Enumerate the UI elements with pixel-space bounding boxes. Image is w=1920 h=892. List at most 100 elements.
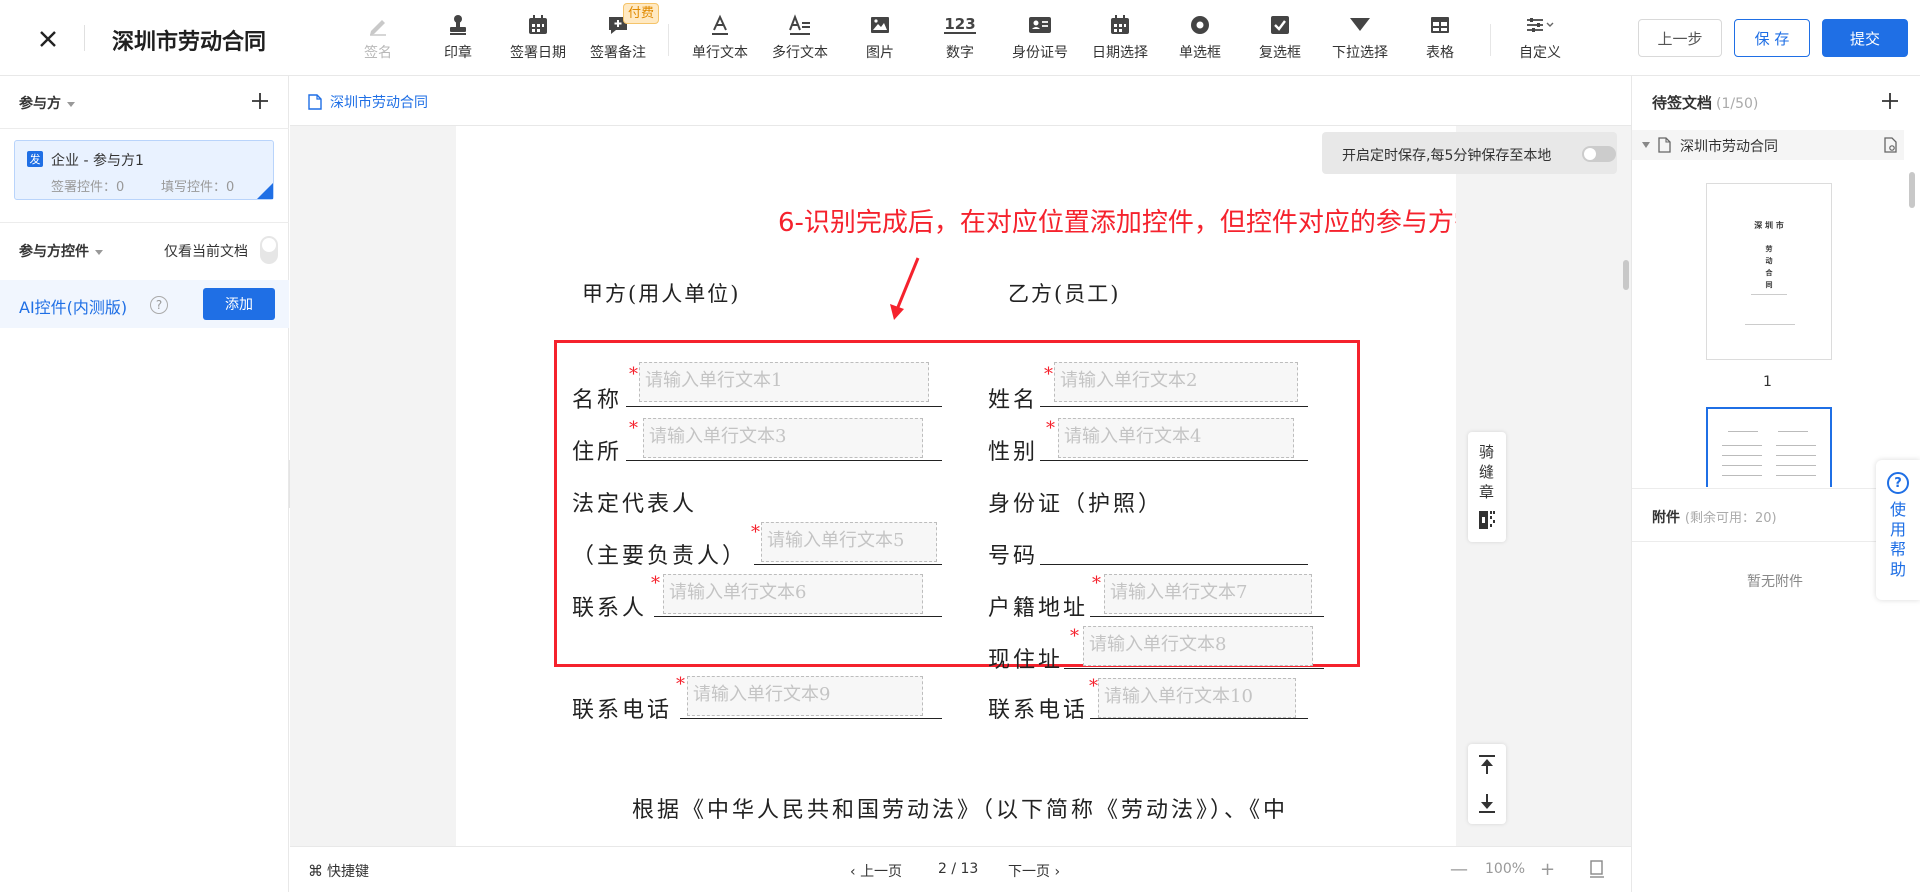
tool-label: 数字 [946, 45, 974, 61]
underline [654, 616, 942, 617]
thumb-title-char: 劳 [1765, 244, 1773, 253]
thumbnail-scrollbar[interactable] [1909, 172, 1915, 208]
page-thumbnail-2[interactable] [1706, 407, 1832, 487]
underline [680, 718, 942, 719]
thumb-title-char: 合 [1765, 268, 1773, 277]
underline [754, 564, 942, 565]
tutorial-annotation: 6-识别完成后，在对应位置添加控件，但控件对应的参与方需要手动设置 [778, 208, 1456, 238]
tool-label: 图片 [866, 45, 894, 61]
tool-checkbox[interactable]: 复选框 [1240, 10, 1320, 66]
text-field-7[interactable]: 请输入单行文本7 [1104, 574, 1312, 614]
next-page-button[interactable]: 下一页 › [1008, 861, 1060, 881]
custom-sliders-icon [1527, 18, 1554, 32]
only-current-doc-toggle[interactable] [260, 236, 278, 264]
prev-step-button[interactable]: 上一步 [1638, 19, 1722, 57]
tool-stamp[interactable]: 印章 [418, 10, 498, 66]
text-field-3[interactable]: 请输入单行文本3 [643, 418, 923, 458]
thumb-text-line [1745, 324, 1795, 325]
text-field-8[interactable]: 请输入单行文本8 [1083, 626, 1313, 666]
seam-seal-label: 骑缝章 [1479, 443, 1495, 501]
party-controls-header[interactable]: 参与方控件 [19, 241, 103, 261]
thumb-text-line [1778, 431, 1808, 432]
scroll-to-top-button[interactable] [1477, 754, 1497, 776]
thumb-text-line [1751, 294, 1787, 295]
zoom-out-button[interactable]: — [1450, 859, 1468, 880]
tool-signature[interactable]: 签名 [338, 10, 418, 66]
close-button[interactable] [30, 21, 66, 57]
zoom-in-button[interactable]: + [1540, 859, 1555, 880]
tool-radio[interactable]: 单选框 [1160, 10, 1240, 66]
prev-page-button[interactable]: ‹ 上一页 [850, 861, 902, 881]
text-field-2[interactable]: 请输入单行文本2 [1054, 362, 1298, 402]
radio-icon [1191, 16, 1209, 34]
page-thumbnail-1[interactable]: 深 圳 市 劳 动 合 同 [1706, 183, 1832, 360]
field-label-legal-rep: 法定代表人 [572, 492, 698, 517]
ai-add-button[interactable]: 添加 [203, 288, 275, 320]
fit-page-icon[interactable] [1589, 860, 1605, 878]
party-header[interactable]: 参与方 [19, 93, 75, 113]
field-label-address: 住所 [572, 440, 623, 465]
text-field-9[interactable]: 请输入单行文本9 [687, 676, 923, 716]
document-settings-icon[interactable] [1884, 137, 1898, 153]
text-field-10[interactable]: 请输入单行文本10 [1098, 678, 1296, 718]
scroll-to-bottom-button[interactable] [1477, 792, 1497, 814]
document-page: 6-识别完成后，在对应位置添加控件，但控件对应的参与方需要手动设置 甲方(用人单… [456, 126, 1456, 846]
required-mark: * [751, 522, 760, 543]
multiline-text-icon [789, 14, 810, 35]
help-icon[interactable]: ? [150, 296, 168, 314]
shortcut-button[interactable]: ⌘ 快捷键 [308, 861, 369, 881]
prev-page-label: 上一页 [860, 864, 903, 880]
tool-label: 签署备注 [590, 45, 646, 61]
field-label-phone-b: 联系电话 [988, 698, 1089, 723]
tool-single-text[interactable]: 单行文本 [680, 10, 760, 66]
thumb-title-char: 同 [1765, 280, 1773, 289]
tool-multi-text[interactable]: 多行文本 [760, 10, 840, 66]
field-label-id-number: 号码 [988, 544, 1039, 569]
underline [1040, 460, 1308, 461]
document-list-item[interactable]: 深圳市劳动合同 [1632, 130, 1904, 160]
party-card[interactable]: 发 企业 - 参与方1 签署控件：0 填写控件：0 [14, 140, 274, 200]
scrollbar-thumb[interactable] [1623, 260, 1629, 290]
document-scrollbar[interactable] [1623, 176, 1629, 836]
tool-table[interactable]: 表格 [1400, 10, 1480, 66]
field-label-household: 户籍地址 [988, 596, 1089, 621]
ai-controls-row: AI控件(内测版) ? 添加 [0, 280, 289, 328]
thumb-text-line [1776, 465, 1816, 466]
help-tab[interactable]: ? 使用帮助 [1876, 460, 1920, 600]
underline [1064, 668, 1324, 669]
required-mark: * [651, 573, 660, 594]
party-a-heading: 甲方(用人单位) [582, 282, 741, 306]
id-card-icon [1029, 17, 1051, 33]
save-button[interactable]: 保 存 [1734, 19, 1810, 57]
tool-image[interactable]: 图片 [840, 10, 920, 66]
zoom-level: 100% [1485, 861, 1526, 877]
thumb-text-line [1722, 445, 1762, 446]
tab-document[interactable]: 深圳市劳动合同 [308, 92, 428, 112]
underline [626, 406, 942, 407]
text-field-4[interactable]: 请输入单行文本4 [1058, 418, 1294, 458]
tool-custom[interactable]: 自定义 [1500, 10, 1580, 66]
tool-label: 单行文本 [692, 45, 748, 61]
scroll-top-icon [1479, 755, 1495, 774]
dropdown-icon [1350, 18, 1370, 31]
tool-id-number[interactable]: 身份证号 [1000, 10, 1080, 66]
tool-dropdown[interactable]: 下拉选择 [1320, 10, 1400, 66]
seam-seal-button[interactable]: 骑缝章 [1468, 432, 1506, 542]
text-field-1[interactable]: 请输入单行文本1 [639, 362, 929, 402]
tool-sign-date[interactable]: 签署日期 [498, 10, 578, 66]
add-document-button[interactable] [1878, 89, 1902, 113]
field-label-legal-rep-2: （主要负责人） [572, 544, 748, 569]
text-field-5[interactable]: 请输入单行文本5 [761, 522, 937, 562]
submit-button[interactable]: 提交 [1822, 19, 1908, 57]
tool-label: 签名 [364, 45, 392, 61]
thumb-text-line [1776, 475, 1816, 476]
add-party-button[interactable] [248, 89, 272, 113]
autosave-toggle[interactable] [1582, 146, 1616, 162]
thumb-text-line [1722, 465, 1762, 466]
text-field-6[interactable]: 请输入单行文本6 [663, 574, 923, 614]
required-mark: * [1089, 676, 1098, 697]
scroll-bottom-icon [1479, 794, 1495, 813]
document-icon [1658, 137, 1671, 153]
tool-date-select[interactable]: 日期选择 [1080, 10, 1160, 66]
tool-number[interactable]: 123 数字 [920, 10, 1000, 66]
